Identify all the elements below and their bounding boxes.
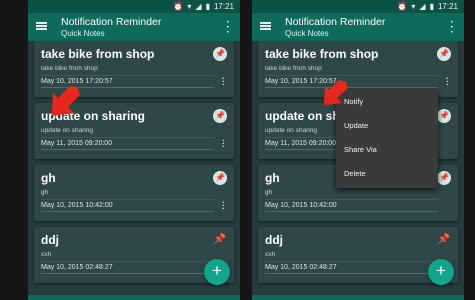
bottom-bar xyxy=(28,295,240,300)
note-card[interactable]: gh 📌 gh May 10, 2015 10:42:00 · · · xyxy=(34,165,234,221)
note-body: update on sharing xyxy=(265,127,318,134)
context-menu: Notify Update Share Via Delete xyxy=(336,90,438,188)
note-title: take bike from shop xyxy=(41,47,155,61)
divider xyxy=(265,87,438,88)
wifi-icon: ▾ xyxy=(411,1,416,11)
alarm-icon: ⏰ xyxy=(397,1,408,11)
battery-icon: ▮ xyxy=(429,1,434,11)
menu-item-notify[interactable]: Notify xyxy=(336,90,438,114)
overflow-icon[interactable]: · · · xyxy=(450,18,454,38)
pin-icon[interactable]: 📌 xyxy=(214,234,226,246)
app-toolbar: Notification Reminder Quick Notes · · · xyxy=(28,13,240,41)
note-body: update on sharing xyxy=(41,127,94,134)
card-overflow-icon[interactable]: · · · xyxy=(222,137,225,151)
note-body: take bike from shop xyxy=(41,65,98,72)
app-subtitle: Quick Notes xyxy=(61,29,105,38)
pin-icon[interactable]: 📌 xyxy=(437,171,451,185)
bottom-bar xyxy=(252,295,464,300)
note-date: May 11, 2015 09:20:00 xyxy=(265,140,337,147)
status-bar: ⏰ ▾ ◢ ▮ 17:21 xyxy=(28,0,240,13)
note-card[interactable]: take bike from shop 📌 take bike from sho… xyxy=(258,41,458,97)
status-time: 17:21 xyxy=(437,2,458,11)
wifi-icon: ▾ xyxy=(187,1,192,11)
pin-icon[interactable]: 📌 xyxy=(438,234,450,246)
divider xyxy=(41,149,214,150)
add-icon: + xyxy=(212,261,222,280)
status-time: 17:21 xyxy=(213,2,234,11)
note-body: gh xyxy=(265,189,273,196)
note-body: take bike from shop xyxy=(265,65,322,72)
card-overflow-icon[interactable]: · · · xyxy=(222,75,225,89)
pin-icon[interactable]: 📌 xyxy=(213,171,227,185)
divider xyxy=(265,199,438,200)
note-title: gh xyxy=(41,171,56,185)
battery-icon: ▮ xyxy=(205,1,210,11)
app-title: Notification Reminder xyxy=(61,16,162,28)
card-overflow-icon[interactable]: · · · xyxy=(446,75,449,89)
divider xyxy=(265,75,438,76)
add-note-button[interactable]: + xyxy=(204,259,230,285)
status-bar: ⏰ ▾ ◢ ▮ 17:21 xyxy=(252,0,464,13)
menu-item-update[interactable]: Update xyxy=(336,114,438,138)
app-toolbar: Notification Reminder Quick Notes · · · xyxy=(252,13,464,41)
divider xyxy=(41,211,214,212)
menu-icon[interactable] xyxy=(36,22,47,30)
alarm-icon: ⏰ xyxy=(173,1,184,11)
pin-icon[interactable]: 📌 xyxy=(213,109,227,123)
divider xyxy=(265,273,438,274)
note-date: May 10, 2015 17:20:57 xyxy=(41,78,113,85)
divider xyxy=(41,137,214,138)
divider xyxy=(265,211,438,212)
app-subtitle: Quick Notes xyxy=(285,29,329,38)
pin-icon[interactable]: 📌 xyxy=(213,47,227,61)
note-title: gh xyxy=(265,171,280,185)
signal-icon: ◢ xyxy=(195,1,202,11)
divider xyxy=(41,273,214,274)
note-body: gh xyxy=(41,189,49,196)
menu-icon[interactable] xyxy=(260,22,271,30)
note-title: ddj xyxy=(265,233,283,247)
annotation-arrow-left xyxy=(52,86,80,116)
note-title: take bike from shop xyxy=(265,47,379,61)
signal-icon: ◢ xyxy=(419,1,426,11)
pin-icon[interactable]: 📌 xyxy=(437,47,451,61)
add-icon: + xyxy=(436,261,446,280)
divider xyxy=(41,75,214,76)
note-title: ddj xyxy=(41,233,59,247)
menu-item-delete[interactable]: Delete xyxy=(336,162,438,186)
divider xyxy=(41,199,214,200)
divider xyxy=(41,261,214,262)
note-date: May 10, 2015 02:48:27 xyxy=(265,264,337,271)
phone-screen-left: ⏰ ▾ ◢ ▮ 17:21 Notification Reminder Quic… xyxy=(28,0,240,300)
overflow-icon[interactable]: · · · xyxy=(226,18,230,38)
annotation-arrow-right xyxy=(324,80,348,105)
note-body: xxh xyxy=(265,251,276,258)
note-date: May 11, 2015 09:20:00 xyxy=(41,140,113,147)
note-date: May 10, 2015 10:42:00 xyxy=(41,202,113,209)
add-note-button[interactable]: + xyxy=(428,259,454,285)
note-date: May 10, 2015 02:48:27 xyxy=(41,264,113,271)
phone-screen-right: ⏰ ▾ ◢ ▮ 17:21 Notification Reminder Quic… xyxy=(252,0,464,300)
pin-icon[interactable]: 📌 xyxy=(437,109,451,123)
note-body: xxh xyxy=(41,251,52,258)
note-date: May 10, 2015 10:42:00 xyxy=(265,202,337,209)
menu-item-share-via[interactable]: Share Via xyxy=(336,138,438,162)
divider xyxy=(265,261,438,262)
app-title: Notification Reminder xyxy=(285,16,386,28)
card-overflow-icon[interactable]: · · · xyxy=(222,199,225,213)
